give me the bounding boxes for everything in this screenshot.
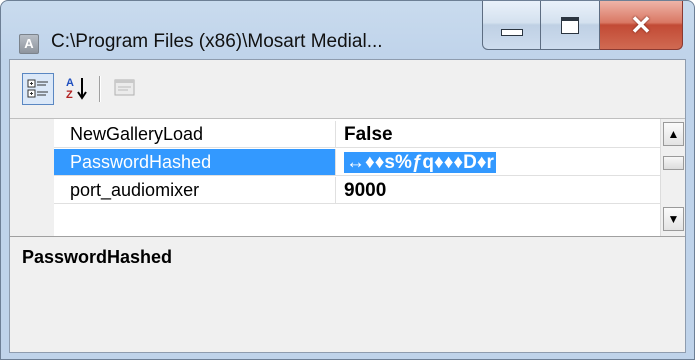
description-pane: PasswordHashed bbox=[10, 237, 685, 352]
minimize-button[interactable] bbox=[482, 1, 541, 50]
maximize-button[interactable] bbox=[541, 1, 600, 50]
arrow-down-icon: ▼ bbox=[667, 212, 680, 226]
alphabetical-button[interactable]: A Z bbox=[62, 73, 92, 103]
app-icon: A bbox=[19, 34, 39, 54]
property-value[interactable]: False bbox=[336, 121, 660, 148]
categorized-button[interactable] bbox=[22, 73, 54, 105]
minimize-icon bbox=[500, 28, 523, 36]
description-title: PasswordHashed bbox=[22, 247, 173, 267]
close-button[interactable]: ✕ bbox=[600, 1, 683, 50]
property-value[interactable]: 9000 bbox=[336, 177, 660, 204]
property-value-text: 9000 bbox=[344, 180, 387, 201]
toolbar-separator bbox=[99, 76, 101, 102]
alphabetical-sort-icon: A Z bbox=[66, 77, 87, 101]
property-window: A C:\Program Files (x86)\Mosart Medial..… bbox=[0, 0, 695, 360]
close-icon: ✕ bbox=[630, 10, 652, 40]
property-name: NewGalleryLoad bbox=[54, 121, 336, 148]
scroll-up-button[interactable]: ▲ bbox=[663, 122, 684, 146]
maximize-icon bbox=[561, 16, 579, 34]
property-row-selected[interactable]: PasswordHashed ↔♦♦s%ƒq♦♦♦D♦r bbox=[54, 149, 660, 177]
window-title: C:\Program Files (x86)\Mosart Medial... bbox=[51, 31, 383, 52]
grid-margin bbox=[10, 119, 54, 236]
title-bar[interactable]: A C:\Program Files (x86)\Mosart Medial..… bbox=[1, 1, 694, 59]
toolbar: A Z bbox=[10, 60, 685, 119]
property-pages-icon bbox=[114, 79, 135, 96]
property-row[interactable]: port_audiomixer 9000 bbox=[54, 177, 660, 205]
property-name: PasswordHashed bbox=[54, 149, 336, 176]
categorized-view-icon bbox=[27, 79, 48, 98]
caption-buttons: ✕ bbox=[482, 1, 683, 53]
property-name: port_audiomixer bbox=[54, 177, 336, 204]
scroll-thumb[interactable] bbox=[663, 156, 684, 170]
scroll-down-button[interactable]: ▼ bbox=[663, 207, 684, 231]
svg-text:A: A bbox=[66, 77, 74, 89]
vertical-scrollbar[interactable]: ▲ ▼ bbox=[660, 119, 685, 236]
property-grid: NewGalleryLoad False PasswordHashed ↔♦♦s… bbox=[10, 119, 685, 237]
arrow-up-icon: ▲ bbox=[667, 127, 680, 141]
property-grid-panel: A Z NewGalleryLoad False PasswordHashed … bbox=[9, 59, 686, 353]
property-pages-button[interactable] bbox=[110, 73, 140, 103]
svg-text:Z: Z bbox=[66, 89, 73, 101]
property-row[interactable]: NewGalleryLoad False bbox=[54, 121, 660, 149]
property-value-text: ↔♦♦s%ƒq♦♦♦D♦r bbox=[344, 152, 496, 173]
property-value-editor[interactable]: ↔♦♦s%ƒq♦♦♦D♦r bbox=[336, 149, 660, 176]
property-value-text: False bbox=[344, 124, 393, 145]
